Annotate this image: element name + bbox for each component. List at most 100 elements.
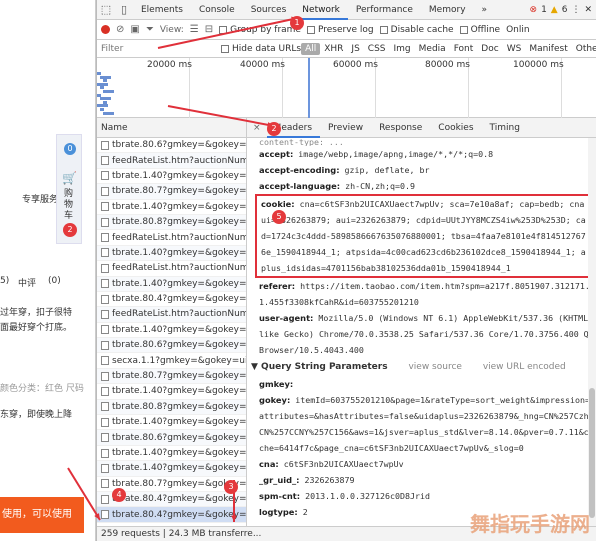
filter-input[interactable] (101, 41, 221, 56)
filter-type-img[interactable]: Img (390, 43, 415, 55)
filter-type-js[interactable]: JS (347, 43, 363, 55)
query-string-section-header[interactable]: ▼ Query String Parameters view source vi… (247, 358, 596, 376)
request-row[interactable]: tbrate.1.40?gmkey=&gokey=t (97, 384, 246, 400)
request-row[interactable]: feedRateList.htm?auctionNum (97, 307, 246, 323)
timeline-bar (100, 75, 111, 79)
tab-cookies[interactable]: Cookies (430, 118, 481, 138)
request-row[interactable]: tbrate.1.40?gmkey=&gokey=t (97, 245, 246, 262)
request-list[interactable]: tbrate.80.6?gmkey=&gokey=u feedRateList.h… (97, 138, 247, 526)
filter-type-doc[interactable]: Doc (477, 43, 502, 55)
inspect-element-icon[interactable]: ⬚ (97, 0, 115, 20)
request-row[interactable]: tbrate.80.7?gmkey=&gokey=u (97, 368, 246, 385)
mid-rating-count: (0) (48, 276, 61, 286)
tab-timing[interactable]: Timing (482, 118, 528, 138)
filter-type-ws[interactable]: WS (503, 43, 526, 55)
request-name: tbrate.80.8?gmkey=&gokey=u (112, 217, 247, 228)
offline-checkbox[interactable]: Offline (459, 25, 500, 35)
request-row[interactable]: tbrate.1.40?gmkey=&gokey=t (97, 169, 246, 185)
header-row-cut: content-type: ... (259, 138, 344, 146)
request-detail-tabs: × Headers Preview Response Cookies Timin… (247, 118, 596, 138)
timeline-bar (100, 97, 111, 101)
request-name: tbrate.1.40?gmkey=&gokey=t (112, 201, 247, 212)
request-row[interactable]: feedRateList.htm?auctionNum (97, 230, 246, 246)
request-name: tbrate.1.40?gmkey=&gokey=t (112, 324, 247, 335)
request-row[interactable]: tbrate.80.6?gmkey=&gokey=u (97, 430, 246, 446)
capture-screenshot-icon[interactable]: ▣ (130, 24, 139, 35)
group-by-frame-checkbox[interactable]: Group by frame (219, 25, 301, 35)
file-icon (101, 371, 109, 381)
preserve-log-checkbox[interactable]: Preserve log (306, 25, 374, 35)
clear-icon[interactable]: ⊘ (116, 24, 124, 35)
request-row[interactable]: tbrate.1.40?gmkey=&gokey=t (97, 446, 246, 462)
filter-icon[interactable]: ⏷ (146, 24, 154, 35)
request-row[interactable]: tbrate.1.40?gmkey=&gokey=t (97, 200, 246, 215)
filter-type-xhr[interactable]: XHR (320, 43, 347, 55)
tab-network[interactable]: Network (294, 0, 348, 20)
close-icon[interactable]: ✕ (584, 5, 592, 15)
promo-banner[interactable]: 使用，可以使用 (0, 497, 84, 533)
annotation-badge-5: 5 (272, 210, 286, 224)
devtools-panel: ⬚ ▯ Elements Console Sources Network Per… (96, 0, 596, 541)
view-source-link[interactable]: view source (408, 362, 461, 372)
request-row[interactable]: tbrate.1.40?gmkey=&gokey=t (97, 461, 246, 477)
filter-type-css[interactable]: CSS (364, 43, 390, 55)
timeline-tick-label: 20000 ms (147, 60, 192, 70)
rating-count-text: 5) (0, 276, 10, 286)
tab-sources[interactable]: Sources (243, 0, 295, 20)
filter-type-other[interactable]: Other (572, 43, 596, 55)
detail-scrollbar[interactable] (588, 138, 596, 526)
request-row[interactable]: tbrate.80.8?gmkey=&gokey=u (97, 214, 247, 231)
throttling-select[interactable]: Onlin (506, 25, 530, 35)
tab-preview[interactable]: Preview (320, 118, 371, 138)
tab-performance[interactable]: Performance (348, 0, 421, 20)
request-row[interactable]: tbrate.1.40?gmkey=&gokey=t (97, 276, 246, 292)
request-row[interactable]: tbrate.80.4?gmkey=&gokey=u (97, 507, 247, 523)
query-string-title[interactable]: ▼ Query String Parameters (251, 362, 388, 372)
disable-cache-checkbox[interactable]: Disable cache (379, 25, 454, 35)
request-row[interactable]: tbrate.80.4?gmkey=&gokey=u (97, 292, 246, 308)
request-row[interactable]: secxa.1.1?gmkey=&gokey=uic (97, 353, 246, 369)
timeline-bar (97, 93, 101, 97)
large-rows-icon[interactable]: ☰ (190, 24, 199, 35)
network-overview-timeline[interactable]: 20000 ms 40000 ms 60000 ms 80000 ms 1000… (97, 58, 596, 118)
file-icon (101, 463, 109, 473)
more-tabs-button[interactable]: » (474, 0, 496, 20)
file-icon (101, 248, 109, 258)
request-row[interactable]: tbrate.80.6?gmkey=&gokey=u (97, 338, 246, 354)
request-row[interactable]: tbrate.80.7?gmkey=&gokey=u (97, 184, 246, 200)
tab-elements[interactable]: Elements (133, 0, 191, 20)
request-row[interactable]: tbrate.1.40?gmkey=&gokey=t (97, 323, 247, 339)
file-icon (101, 217, 109, 227)
filter-type-font[interactable]: Font (450, 43, 478, 55)
filter-type-all[interactable]: All (301, 42, 321, 55)
record-icon[interactable] (101, 25, 110, 34)
scrollbar-thumb[interactable] (589, 388, 595, 518)
request-row[interactable]: tbrate.80.8?gmkey=&gokey=u (97, 399, 246, 416)
request-row[interactable]: feedRateList.htm?auctionNum (97, 261, 246, 277)
overview-icon[interactable]: ⊟ (205, 24, 213, 35)
error-icon[interactable]: ⊗ (530, 5, 538, 15)
file-icon (101, 263, 109, 273)
file-icon (101, 479, 109, 489)
view-url-encoded-link[interactable]: view URL encoded (483, 362, 566, 372)
file-icon (101, 433, 109, 443)
hide-data-urls-checkbox[interactable]: Hide data URLs (221, 44, 301, 54)
name-column-header[interactable]: Name (97, 118, 247, 138)
warning-icon[interactable]: ▲ (551, 5, 558, 15)
file-icon (101, 386, 109, 396)
tab-console[interactable]: Console (191, 0, 243, 20)
cart-sidebar[interactable]: 0 🛒 购物车 2 (56, 134, 82, 244)
mid-rating-text[interactable]: 中评 (18, 276, 36, 289)
request-row[interactable]: feedRateList.htm?auctionNum (97, 153, 246, 169)
close-detail-button[interactable]: × (247, 118, 267, 138)
request-row[interactable]: tbrate.1.40?gmkey=&gokey=t (97, 415, 246, 431)
filter-type-manifest[interactable]: Manifest (525, 43, 571, 55)
request-name: tbrate.80.4?gmkey=&gokey=u (112, 509, 247, 520)
menu-icon[interactable]: ⋮ (571, 5, 580, 15)
request-row[interactable]: tbrate.80.6?gmkey=&gokey=u (97, 138, 246, 154)
filter-type-media[interactable]: Media (415, 43, 450, 55)
info-dot-icon: 0 (64, 143, 76, 155)
device-toolbar-icon[interactable]: ▯ (115, 0, 133, 20)
tab-response[interactable]: Response (371, 118, 430, 138)
tab-memory[interactable]: Memory (421, 0, 474, 20)
